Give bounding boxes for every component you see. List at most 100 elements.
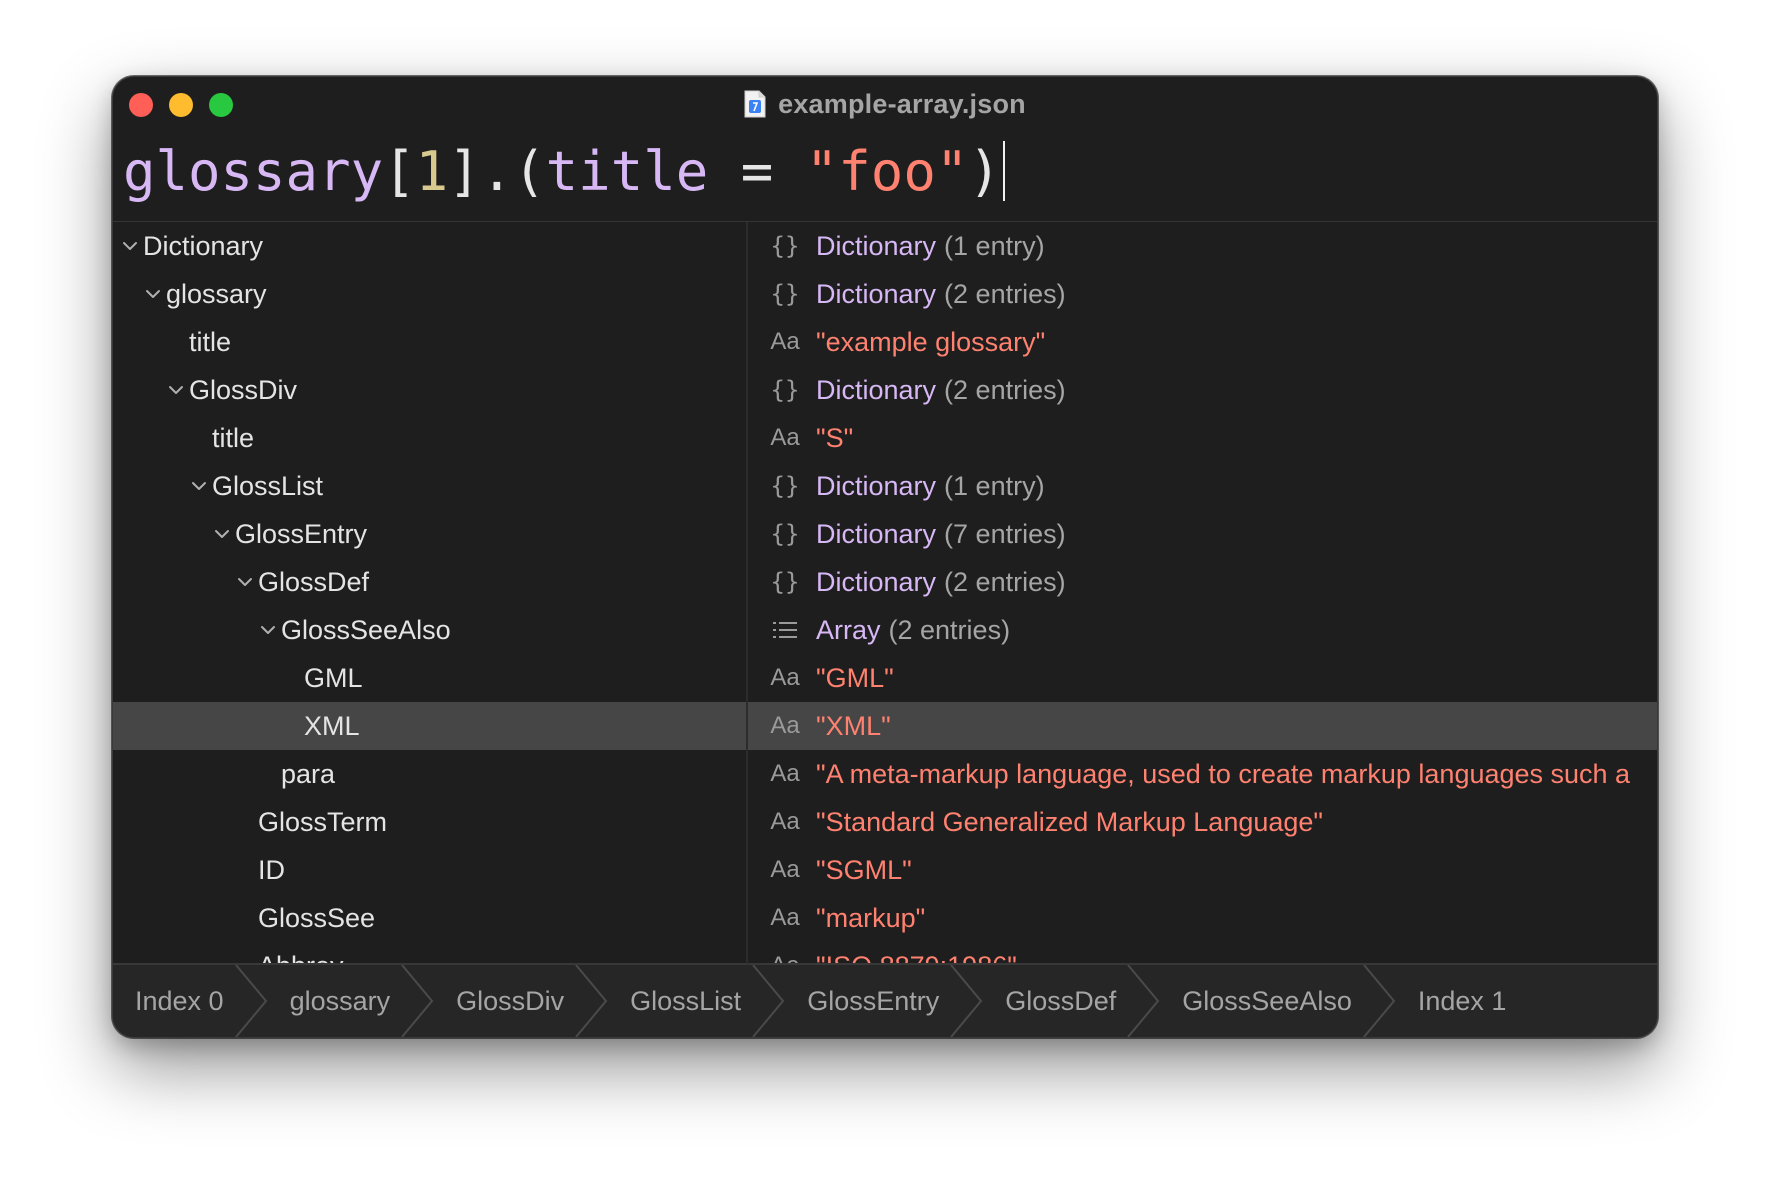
tree-key-cell[interactable]: title xyxy=(113,414,819,462)
window-title-group: example-array.json xyxy=(113,87,1657,121)
value-text: Dictionary (2 entries) xyxy=(816,567,1066,598)
breadcrumb-item[interactable]: glossary xyxy=(290,986,391,1017)
value-count: (7 entries) xyxy=(944,518,1066,549)
value-type: Dictionary xyxy=(816,470,937,501)
json-file-icon xyxy=(744,90,766,118)
tree-key-cell[interactable]: Dictionary xyxy=(113,222,750,270)
breadcrumb-separator-icon xyxy=(400,965,434,1037)
tree-value-cell[interactable]: {} Dictionary (2 entries) xyxy=(748,270,1657,318)
tree-key-label: GML xyxy=(304,662,363,693)
chevron-down-icon[interactable] xyxy=(163,366,189,414)
chevron-down-icon[interactable] xyxy=(232,558,258,606)
text-icon: Aa xyxy=(770,424,800,451)
value-string: "example glossary" xyxy=(816,326,1046,357)
tree-key-label: GlossSeeAlso xyxy=(281,614,451,645)
value-string: "ISO 8879:1986" xyxy=(816,951,1017,965)
tree-row[interactable]: Dictionary {} Dictionary (1 entry) xyxy=(113,222,1657,270)
tree-view: Dictionary{} Dictionary (1 entry) glossary{… xyxy=(113,222,1657,964)
query-editor[interactable]: glossary[1].(title = "foo") xyxy=(123,131,1005,211)
tree-row[interactable]: GlossDef {} Dictionary (2 entries) xyxy=(113,558,1657,606)
breadcrumb-item[interactable]: GlossSeeAlso xyxy=(1182,986,1352,1017)
value-text: Dictionary (1 entry) xyxy=(816,231,1045,262)
value-text: Dictionary (2 entries) xyxy=(816,279,1066,310)
tree-key-label: GlossDiv xyxy=(189,374,298,405)
value-text: "A meta-markup language, used to create … xyxy=(816,759,1630,790)
tree-value-cell[interactable]: {} Dictionary (1 entry) xyxy=(748,462,1657,510)
tree-value-cell[interactable]: Aa "markup" xyxy=(748,894,1657,942)
query-token: title xyxy=(545,139,709,203)
app-window: example-array.json glossary[1].(title = … xyxy=(112,76,1658,1038)
breadcrumb-item[interactable]: GlossEntry xyxy=(807,986,939,1017)
tree-row[interactable]: GlossList {} Dictionary (1 entry) xyxy=(113,462,1657,510)
tree-row[interactable]: glossary {} Dictionary (2 entries) xyxy=(113,270,1657,318)
breadcrumb-separator-icon xyxy=(234,965,268,1037)
tree-key-label: XML xyxy=(304,710,360,741)
value-text: "SGML" xyxy=(816,855,912,886)
query-token: "foo" xyxy=(805,139,969,203)
tree-value-cell[interactable]: Aa"ISO 8879:1986" xyxy=(748,942,1657,965)
tree-value-cell[interactable]: Aa "GML" xyxy=(748,654,1657,702)
value-type: Dictionary xyxy=(816,566,937,597)
tree-value-cell[interactable]: Aa "A meta-markup language, used to creat… xyxy=(748,750,1657,798)
chevron-down-icon[interactable] xyxy=(186,462,212,510)
value-type: Dictionary xyxy=(816,518,937,549)
breadcrumb-item[interactable]: Index 1 xyxy=(1418,986,1507,1017)
tree-value-cell[interactable]: {} Dictionary (1 entry) xyxy=(748,222,1657,270)
tree-row[interactable]: GlossDiv {} Dictionary (2 entries) xyxy=(113,366,1657,414)
tree-value-cell[interactable]: Aa "SGML" xyxy=(748,846,1657,894)
value-count: (1 entry) xyxy=(944,230,1045,261)
tree-key-cell[interactable]: GlossDiv xyxy=(113,366,796,414)
value-type: Dictionary xyxy=(816,278,937,309)
tree-value-cell[interactable]: Aa "Standard Generalized Markup Language" xyxy=(748,798,1657,846)
tree-value-cell[interactable]: {} Dictionary (2 entries) xyxy=(748,558,1657,606)
tree-value-cell[interactable]: Aa "S" xyxy=(748,414,1657,462)
tree-key-label: GlossList xyxy=(212,470,324,501)
tree-row[interactable]: GlossTerm Aa "Standard Generalized Markup … xyxy=(113,798,1657,846)
breadcrumb-separator-icon xyxy=(1362,965,1396,1037)
value-text: "ISO 8879:1986" xyxy=(816,951,1017,965)
tree-key-label: title xyxy=(189,326,232,357)
tree-row[interactable]: GlossEntry {} Dictionary (7 entries) xyxy=(113,510,1657,558)
tree-value-cell[interactable]: {} Dictionary (2 entries) xyxy=(748,366,1657,414)
text-icon: Aa xyxy=(770,904,800,931)
tree-row[interactable]: para Aa "A meta-markup language, used to c… xyxy=(113,750,1657,798)
query-token: ) xyxy=(968,139,1001,203)
tree-row[interactable]: title Aa "example glossary" xyxy=(113,318,1657,366)
tree-key-cell[interactable]: GlossEntry xyxy=(113,510,842,558)
tree-row[interactable]: XML Aa "XML" xyxy=(113,702,1657,750)
tree-row[interactable]: GlossSeeAlso Array (2 entries) xyxy=(113,606,1657,654)
braces-icon: {} xyxy=(770,232,800,260)
breadcrumb-item[interactable]: GlossDiv xyxy=(456,986,564,1017)
tree-key-cell[interactable]: title xyxy=(113,318,796,366)
tree-row[interactable]: Abbrev Aa"ISO 8879:1986" xyxy=(113,942,1657,965)
tree-key-label: GlossTerm xyxy=(258,806,388,837)
tree-value-cell[interactable]: {} Dictionary (7 entries) xyxy=(748,510,1657,558)
tree-key-cell[interactable]: glossary xyxy=(113,270,773,318)
tree-value-cell[interactable]: Array (2 entries) xyxy=(748,606,1657,654)
tree-key-label: Dictionary xyxy=(143,230,264,261)
tree-row[interactable]: GlossSee Aa "markup" xyxy=(113,894,1657,942)
breadcrumb-item[interactable]: Index 0 xyxy=(135,986,224,1017)
tree-value-cell[interactable]: Aa "example glossary" xyxy=(748,318,1657,366)
pane-splitter[interactable] xyxy=(746,222,748,964)
tree-row[interactable]: title Aa "S" xyxy=(113,414,1657,462)
value-text: Array (2 entries) xyxy=(816,615,1010,646)
breadcrumb-item[interactable]: GlossDef xyxy=(1005,986,1116,1017)
chevron-down-icon[interactable] xyxy=(209,510,235,558)
breadcrumb-item[interactable]: GlossList xyxy=(630,986,741,1017)
tree-key-cell[interactable]: GlossList xyxy=(113,462,819,510)
tree-row[interactable]: ID Aa "SGML" xyxy=(113,846,1657,894)
value-text: "markup" xyxy=(816,903,925,934)
chevron-down-icon[interactable] xyxy=(117,222,143,270)
query-token: ].( xyxy=(448,139,546,203)
tree-row[interactable]: GML Aa "GML" xyxy=(113,654,1657,702)
chevron-down-icon[interactable] xyxy=(140,270,166,318)
chevron-down-icon[interactable] xyxy=(255,606,281,654)
list-icon xyxy=(764,618,806,642)
text-icon: Aa xyxy=(770,712,800,739)
tree-key-label: GlossDef xyxy=(258,566,370,597)
tree-value-cell[interactable]: Aa "XML" xyxy=(748,702,1657,750)
